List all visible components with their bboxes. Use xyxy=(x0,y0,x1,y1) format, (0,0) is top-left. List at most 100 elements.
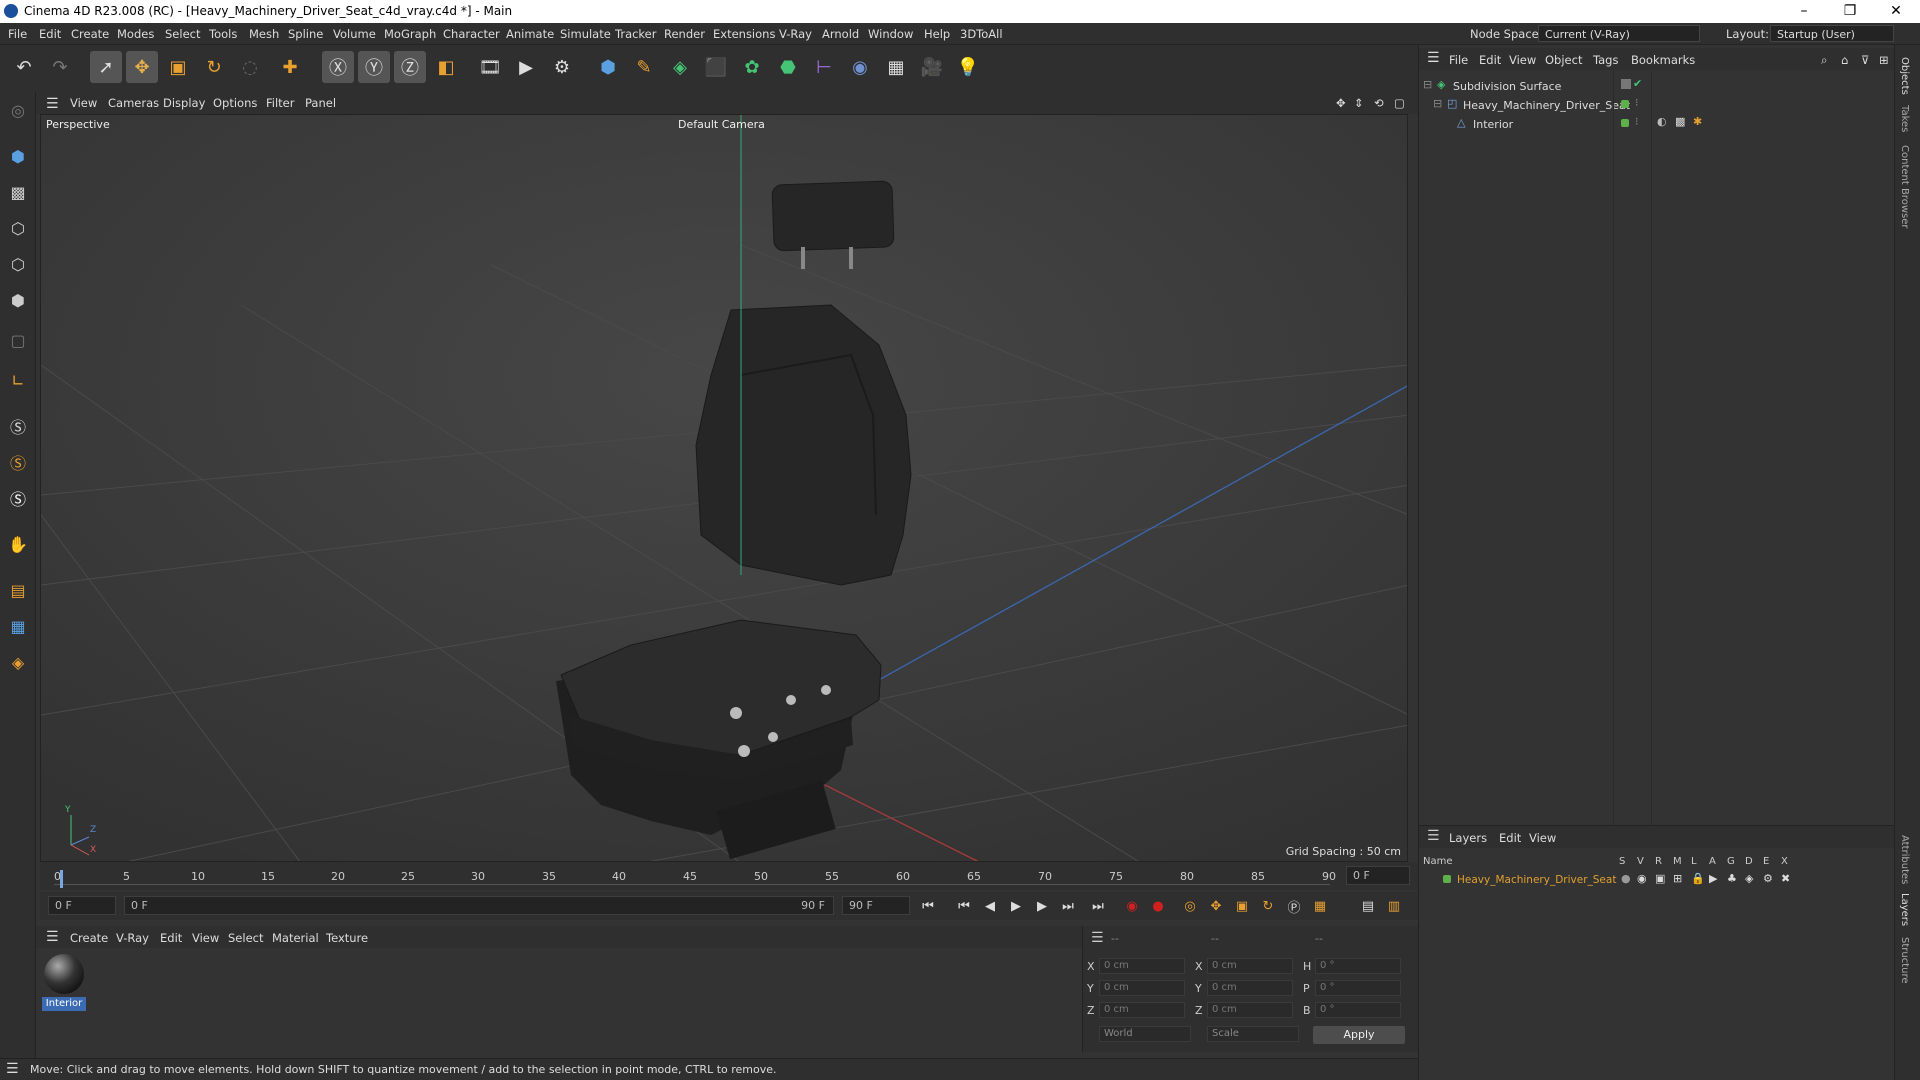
soft-selection-icon[interactable]: Ⓢ xyxy=(2,482,34,514)
record-keys-icon[interactable]: ◉ xyxy=(1122,896,1142,916)
points-mode-icon[interactable]: ⬡ xyxy=(2,212,34,244)
menu-render[interactable]: Render xyxy=(664,27,705,41)
status-hamburger-icon[interactable]: ☰ xyxy=(6,1061,19,1077)
object-name[interactable]: Heavy_Machinery_Driver_Seat xyxy=(1463,99,1630,112)
x-axis-lock-icon[interactable]: Ⓧ xyxy=(322,51,354,83)
render-settings-icon[interactable]: ⚙ xyxy=(546,51,578,83)
layer-expressions-icon[interactable]: ⚙ xyxy=(1763,872,1773,885)
tab-objects[interactable]: Objects xyxy=(1899,57,1910,95)
node-space-select[interactable]: Current (V-Ray) xyxy=(1538,25,1700,42)
layer-grid-icon[interactable]: ▦ xyxy=(2,610,34,642)
menu-vray[interactable]: V-Ray xyxy=(779,27,812,41)
menu-edit[interactable]: Edit xyxy=(39,27,61,41)
close-button[interactable]: ✕ xyxy=(1876,1,1916,21)
position-z-field[interactable]: 0 cm xyxy=(1099,1002,1185,1018)
new-panel-icon[interactable]: ⊞ xyxy=(1879,53,1889,67)
frame-range-slider[interactable]: 0 F 90 F xyxy=(124,896,834,915)
menu-help[interactable]: Help xyxy=(924,27,950,41)
material-menu-edit[interactable]: Edit xyxy=(160,931,182,945)
layer-visible-icon[interactable]: ◉ xyxy=(1637,872,1647,885)
key-rotation-icon[interactable]: ↻ xyxy=(1258,896,1278,916)
viewport-menu-display[interactable]: Display xyxy=(163,96,205,110)
menu-select[interactable]: Select xyxy=(165,27,200,41)
key-parameter-icon[interactable]: Ⓟ xyxy=(1284,896,1304,916)
tab-content-browser[interactable]: Content Browser xyxy=(1899,145,1910,228)
object-name[interactable]: Subdivision Surface xyxy=(1453,80,1561,93)
object-menu-tags[interactable]: Tags xyxy=(1593,53,1618,67)
material-menu-texture[interactable]: Texture xyxy=(326,931,368,945)
workplane-icon[interactable]: ∟ xyxy=(2,364,34,396)
objects-hamburger-icon[interactable]: ☰ xyxy=(1427,50,1440,66)
rotate-tool-icon[interactable]: ↻ xyxy=(198,51,230,83)
model-mode-icon[interactable]: ⬢ xyxy=(2,140,34,172)
layer-manager-icon[interactable]: ⊞ xyxy=(1673,872,1682,885)
tab-attributes[interactable]: Attributes xyxy=(1899,835,1910,884)
material-thumbnail[interactable] xyxy=(44,954,84,994)
size-z-field[interactable]: 0 cm xyxy=(1207,1002,1293,1018)
menu-extensions[interactable]: Extensions xyxy=(713,27,775,41)
material-name[interactable]: Interior xyxy=(42,997,86,1011)
keyframe-selection-icon[interactable]: ◎ xyxy=(1180,896,1200,916)
solo-icon[interactable]: ◈ xyxy=(2,646,34,678)
edges-mode-icon[interactable]: ⬡ xyxy=(2,248,34,280)
key-scale-icon[interactable]: ▣ xyxy=(1232,896,1252,916)
layer-menu-edit[interactable]: Edit xyxy=(1499,831,1521,845)
live-selection-icon[interactable]: ◌ xyxy=(234,51,266,83)
size-y-field[interactable]: 0 cm xyxy=(1207,980,1293,996)
object-menu-object[interactable]: Object xyxy=(1545,53,1582,67)
menu-tools[interactable]: Tools xyxy=(209,27,237,41)
fcurve-icon[interactable]: ▥ xyxy=(1384,896,1404,916)
rotation-p-field[interactable]: 0 ° xyxy=(1315,980,1401,996)
go-to-start-icon[interactable]: ⏮ xyxy=(918,896,938,916)
coords-hamburger-icon[interactable]: ☰ xyxy=(1091,930,1104,946)
end-frame-field[interactable]: 90 F xyxy=(842,896,910,915)
object-name[interactable]: Interior xyxy=(1473,118,1513,131)
tab-layers[interactable]: Layers xyxy=(1899,893,1910,926)
layer-menu-layers[interactable]: Layers xyxy=(1449,831,1487,845)
collapse-icon[interactable]: ⊟ xyxy=(1433,97,1442,110)
tab-takes[interactable]: Takes xyxy=(1899,105,1910,132)
snap-icon[interactable]: Ⓢ xyxy=(2,410,34,442)
object-row[interactable]: ⊟ ◰ Heavy_Machinery_Driver_Seat ⁝ xyxy=(1419,96,1895,115)
render-picture-viewer-icon[interactable]: ▶ xyxy=(510,51,542,83)
viewport-menu-options[interactable]: Options xyxy=(213,96,257,110)
menu-modes[interactable]: Modes xyxy=(117,27,154,41)
texture-tag-icon[interactable]: ▩ xyxy=(1675,115,1685,128)
layout-select[interactable]: Startup (User) xyxy=(1770,25,1894,42)
solo-layer-icon[interactable]: ● xyxy=(1621,872,1631,885)
current-frame-field[interactable]: 0 F xyxy=(1346,866,1410,885)
polygons-mode-icon[interactable]: ⬢ xyxy=(2,284,34,316)
timeline-window-icon[interactable]: ▤ xyxy=(1358,896,1378,916)
layer-xref-icon[interactable]: ✖ xyxy=(1781,872,1790,885)
uvw-mode-icon[interactable]: ▢ xyxy=(2,324,34,356)
menu-window[interactable]: Window xyxy=(868,27,913,41)
viewport-perspective[interactable]: Perspective Default Camera Y Z X Grid Sp… xyxy=(40,114,1408,862)
deformer-icon[interactable]: ⊢ xyxy=(808,51,840,83)
timeline-ruler[interactable]: 0 5 10 15 20 25 30 35 40 45 50 55 60 65 … xyxy=(40,862,1418,890)
vray-tag-icon[interactable]: ✱ xyxy=(1693,115,1702,128)
texture-mode-icon[interactable]: ▩ xyxy=(2,176,34,208)
layers-hamburger-icon[interactable]: ☰ xyxy=(1427,828,1440,844)
tab-structure[interactable]: Structure xyxy=(1899,937,1910,984)
next-frame-icon[interactable]: ▶ xyxy=(1032,896,1052,916)
grid-icon[interactable]: ▤ xyxy=(2,574,34,606)
viewport-menu-panel[interactable]: Panel xyxy=(305,96,336,110)
collapse-icon[interactable]: ⊟ xyxy=(1423,78,1432,91)
visibility-dots-icon[interactable]: ⁝ xyxy=(1635,115,1639,128)
layer-color-icon[interactable] xyxy=(1621,119,1629,127)
menu-volume[interactable]: Volume xyxy=(333,27,376,41)
redo-icon[interactable]: ↷ xyxy=(44,51,76,83)
menu-character[interactable]: Character xyxy=(443,27,500,41)
prev-frame-icon[interactable]: ◀ xyxy=(980,896,1000,916)
layer-animation-icon[interactable]: ▶ xyxy=(1709,872,1717,885)
position-x-field[interactable]: 0 cm xyxy=(1099,958,1185,974)
menu-mograph[interactable]: MoGraph xyxy=(384,27,436,41)
minimize-button[interactable]: – xyxy=(1784,1,1824,21)
visibility-dots-icon[interactable]: ⁝ xyxy=(1635,96,1639,109)
pen-spline-icon[interactable]: ✎ xyxy=(628,51,660,83)
play-icon[interactable]: ▶ xyxy=(1006,896,1026,916)
object-row[interactable]: ⊟ ◈ Subdivision Surface ✔ xyxy=(1419,77,1895,96)
scale-tool-icon[interactable]: ▣ xyxy=(162,51,194,83)
object-menu-edit[interactable]: Edit xyxy=(1479,53,1501,67)
move-tool-icon[interactable]: ✥ xyxy=(126,51,158,83)
